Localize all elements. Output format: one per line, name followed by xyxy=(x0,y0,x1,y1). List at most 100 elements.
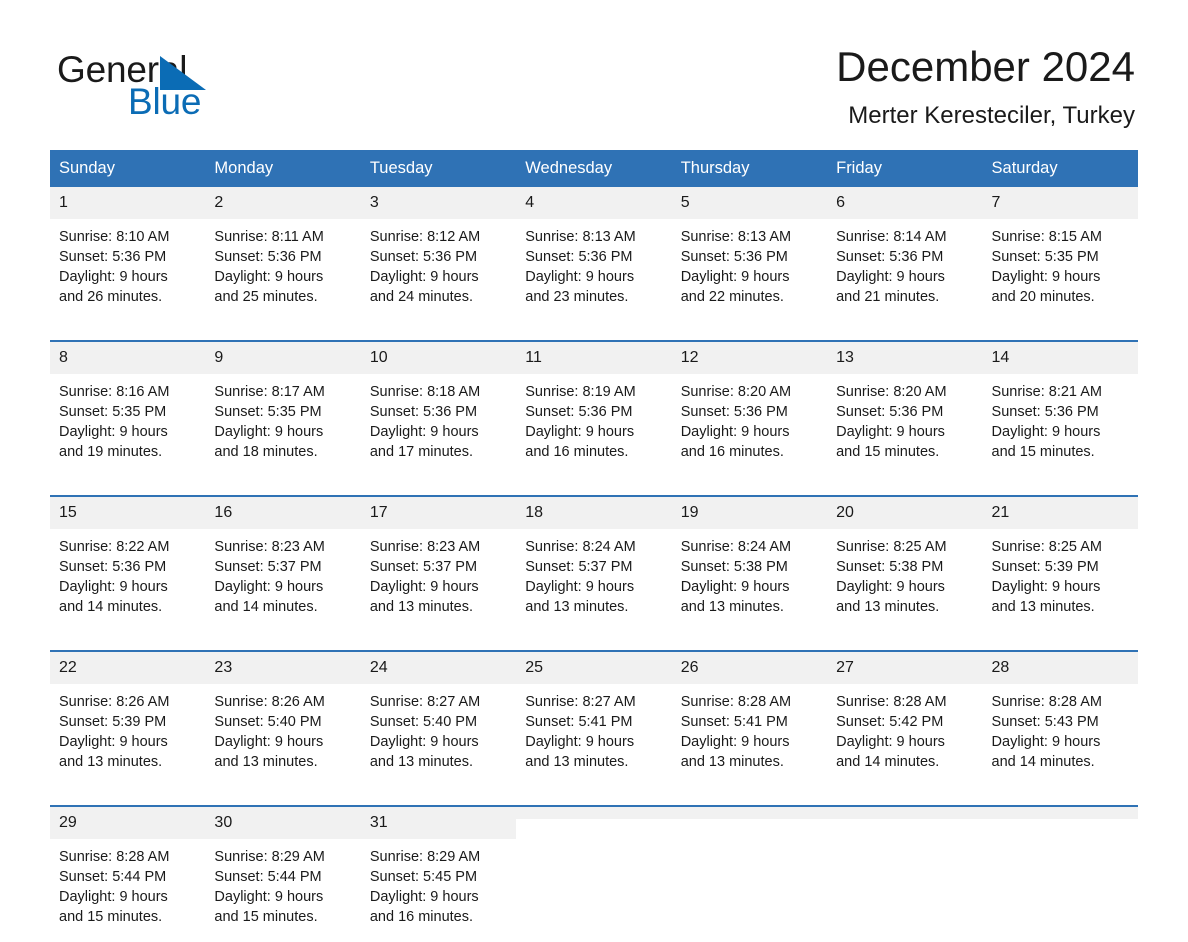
weekday-header-friday: Friday xyxy=(827,150,983,187)
calendar-day-cell[interactable]: 14 Sunrise: 8:21 AM Sunset: 5:36 PM Dayligh… xyxy=(982,340,1138,477)
calendar-day-cell[interactable]: 15 Sunrise: 8:22 AM Sunset: 5:36 PM Dayligh… xyxy=(50,495,206,632)
day-number: 6 xyxy=(827,187,983,219)
sunrise-text: Sunrise: 8:25 AM xyxy=(991,539,1102,555)
daylight-text-line2: and 13 minutes. xyxy=(369,599,474,615)
day-cell-body: 26 Sunrise: 8:28 AM Sunset: 5:41 PM Dayligh… xyxy=(671,652,828,787)
day-cell-body: 18 Sunrise: 8:24 AM Sunset: 5:37 PM Dayligh… xyxy=(516,497,672,632)
day-number xyxy=(671,807,828,819)
daylight-text-line2: and 13 minutes. xyxy=(525,599,629,615)
calendar-day-cell[interactable]: 17 Sunrise: 8:23 AM Sunset: 5:37 PM Dayligh… xyxy=(360,495,517,632)
day-number: 28 xyxy=(982,652,1138,684)
day-cell-body: 8 Sunrise: 8:16 AM Sunset: 5:35 PM Daylight… xyxy=(50,342,206,477)
calendar-day-cell[interactable]: 31 Sunrise: 8:29 AM Sunset: 5:45 PM Dayligh… xyxy=(360,805,517,942)
calendar-day-cell[interactable]: 3 Sunrise: 8:12 AM Sunset: 5:36 PM Daylight… xyxy=(360,187,517,322)
daylight-text-line2: and 13 minutes. xyxy=(369,754,474,770)
day-number: 20 xyxy=(827,497,983,529)
calendar-day-cell[interactable]: 18 Sunrise: 8:24 AM Sunset: 5:37 PM Dayligh… xyxy=(516,495,672,632)
calendar-day-cell[interactable]: 26 Sunrise: 8:28 AM Sunset: 5:41 PM Dayligh… xyxy=(671,650,828,787)
day-details: Sunrise: 8:20 AM Sunset: 5:36 PM Daylight:… xyxy=(672,374,827,462)
calendar-week-row: 1 Sunrise: 8:10 AM Sunset: 5:36 PM Daylight… xyxy=(50,187,1138,322)
sunrise-text: Sunrise: 8:17 AM xyxy=(214,384,325,400)
sunrise-text: Sunrise: 8:24 AM xyxy=(680,539,792,555)
calendar-day-cell[interactable]: 22 Sunrise: 8:26 AM Sunset: 5:39 PM Dayligh… xyxy=(50,650,206,787)
weekday-header-wednesday: Wednesday xyxy=(516,150,672,187)
day-cell-body: 14 Sunrise: 8:21 AM Sunset: 5:36 PM Dayligh… xyxy=(982,342,1138,477)
daylight-text-line1: Daylight: 9 hours xyxy=(680,579,790,595)
day-details: Sunrise: 8:15 AM Sunset: 5:35 PM Daylight:… xyxy=(983,219,1138,307)
calendar-day-cell[interactable]: 21 Sunrise: 8:25 AM Sunset: 5:39 PM Dayligh… xyxy=(982,495,1138,632)
week-spacer xyxy=(50,477,1138,496)
calendar-day-cell[interactable]: 11 Sunrise: 8:19 AM Sunset: 5:36 PM Dayligh… xyxy=(516,340,672,477)
calendar-day-cell[interactable]: 4 Sunrise: 8:13 AM Sunset: 5:36 PM Daylight… xyxy=(516,187,672,322)
daylight-text-line1: Daylight: 9 hours xyxy=(59,269,168,285)
day-cell-body: 23 Sunrise: 8:26 AM Sunset: 5:40 PM Dayligh… xyxy=(205,652,361,787)
day-cell-body: 28 Sunrise: 8:28 AM Sunset: 5:43 PM Dayligh… xyxy=(982,652,1138,787)
daylight-text-line2: and 13 minutes. xyxy=(59,754,163,770)
sunrise-text: Sunrise: 8:27 AM xyxy=(525,694,636,710)
day-number: 9 xyxy=(205,342,361,374)
calendar-day-cell[interactable]: 9 Sunrise: 8:17 AM Sunset: 5:35 PM Daylight… xyxy=(205,340,361,477)
daylight-text-line1: Daylight: 9 hours xyxy=(369,269,479,285)
sunrise-text: Sunrise: 8:11 AM xyxy=(214,229,324,245)
calendar-day-cell[interactable]: 7 Sunrise: 8:15 AM Sunset: 5:35 PM Daylight… xyxy=(982,187,1138,322)
sunset-text: Sunset: 5:36 PM xyxy=(214,249,322,265)
day-cell-body: 11 Sunrise: 8:19 AM Sunset: 5:36 PM Dayligh… xyxy=(516,342,672,477)
calendar-day-cell[interactable]: 19 Sunrise: 8:24 AM Sunset: 5:38 PM Dayligh… xyxy=(671,495,828,632)
daylight-text-line2: and 21 minutes. xyxy=(836,289,940,305)
calendar-day-cell[interactable]: 16 Sunrise: 8:23 AM Sunset: 5:37 PM Dayligh… xyxy=(205,495,361,632)
calendar-day-cell[interactable]: 24 Sunrise: 8:27 AM Sunset: 5:40 PM Dayligh… xyxy=(360,650,517,787)
calendar-day-cell[interactable]: 23 Sunrise: 8:26 AM Sunset: 5:40 PM Dayligh… xyxy=(205,650,361,787)
calendar-day-cell[interactable]: 27 Sunrise: 8:28 AM Sunset: 5:42 PM Dayligh… xyxy=(827,650,983,787)
daylight-text-line1: Daylight: 9 hours xyxy=(214,269,324,285)
sunrise-text: Sunrise: 8:29 AM xyxy=(214,849,325,865)
calendar-day-cell[interactable]: 30 Sunrise: 8:29 AM Sunset: 5:44 PM Dayligh… xyxy=(205,805,361,942)
daylight-text-line1: Daylight: 9 hours xyxy=(59,579,168,595)
sunset-text: Sunset: 5:37 PM xyxy=(525,559,633,575)
day-cell-body: 15 Sunrise: 8:22 AM Sunset: 5:36 PM Dayligh… xyxy=(50,497,206,632)
sunrise-text: Sunrise: 8:26 AM xyxy=(214,694,325,710)
sunset-text: Sunset: 5:38 PM xyxy=(680,559,788,575)
calendar-day-cell[interactable]: 29 Sunrise: 8:28 AM Sunset: 5:44 PM Dayligh… xyxy=(50,805,206,942)
sunset-text: Sunset: 5:36 PM xyxy=(680,404,788,420)
weekday-header-thursday: Thursday xyxy=(671,150,828,187)
day-cell-body: 31 Sunrise: 8:29 AM Sunset: 5:45 PM Dayligh… xyxy=(360,807,517,942)
calendar-day-cell[interactable]: 25 Sunrise: 8:27 AM Sunset: 5:41 PM Dayligh… xyxy=(516,650,672,787)
day-number: 10 xyxy=(360,342,517,374)
sunrise-text: Sunrise: 8:27 AM xyxy=(369,694,481,710)
daylight-text-line1: Daylight: 9 hours xyxy=(991,269,1101,285)
sunrise-text: Sunrise: 8:25 AM xyxy=(836,539,947,555)
daylight-text-line2: and 13 minutes. xyxy=(525,754,629,770)
calendar-day-cell[interactable]: 1 Sunrise: 8:10 AM Sunset: 5:36 PM Daylight… xyxy=(50,187,206,322)
calendar-day-cell[interactable]: 12 Sunrise: 8:20 AM Sunset: 5:36 PM Dayligh… xyxy=(671,340,828,477)
daylight-text-line2: and 14 minutes. xyxy=(59,599,163,615)
page-header: General Blue December 2024 Merter Kerest… xyxy=(50,0,1138,150)
calendar-day-cell[interactable]: 6 Sunrise: 8:14 AM Sunset: 5:36 PM Daylight… xyxy=(827,187,983,322)
calendar-week-row: 29 Sunrise: 8:28 AM Sunset: 5:44 PM Dayligh… xyxy=(50,805,1138,942)
daylight-text-line1: Daylight: 9 hours xyxy=(525,424,635,440)
sunset-text: Sunset: 5:42 PM xyxy=(836,714,944,730)
calendar-day-cell[interactable]: 20 Sunrise: 8:25 AM Sunset: 5:38 PM Dayligh… xyxy=(827,495,983,632)
day-details: Sunrise: 8:19 AM Sunset: 5:36 PM Daylight:… xyxy=(516,374,671,462)
week-spacer-cell xyxy=(50,477,1138,496)
calendar-day-cell[interactable]: 5 Sunrise: 8:13 AM Sunset: 5:36 PM Daylight… xyxy=(671,187,828,322)
calendar-day-cell[interactable]: 28 Sunrise: 8:28 AM Sunset: 5:43 PM Dayligh… xyxy=(982,650,1138,787)
day-cell-body: 30 Sunrise: 8:29 AM Sunset: 5:44 PM Dayligh… xyxy=(205,807,361,942)
daylight-text-line2: and 14 minutes. xyxy=(214,599,318,615)
day-number: 30 xyxy=(205,807,361,839)
daylight-text-line2: and 14 minutes. xyxy=(836,754,940,770)
calendar-day-cell[interactable]: 13 Sunrise: 8:20 AM Sunset: 5:36 PM Dayligh… xyxy=(827,340,983,477)
sunset-text: Sunset: 5:40 PM xyxy=(369,714,478,730)
daylight-text-line1: Daylight: 9 hours xyxy=(991,424,1101,440)
day-cell-body: 12 Sunrise: 8:20 AM Sunset: 5:36 PM Dayligh… xyxy=(671,342,828,477)
day-cell-body: 20 Sunrise: 8:25 AM Sunset: 5:38 PM Dayligh… xyxy=(827,497,983,632)
sunrise-text: Sunrise: 8:10 AM xyxy=(59,229,170,245)
day-details: Sunrise: 8:17 AM Sunset: 5:35 PM Daylight:… xyxy=(205,374,360,462)
calendar-day-cell[interactable]: 8 Sunrise: 8:16 AM Sunset: 5:35 PM Daylight… xyxy=(50,340,206,477)
day-details: Sunrise: 8:22 AM Sunset: 5:36 PM Daylight:… xyxy=(50,529,205,617)
calendar-day-cell[interactable]: 2 Sunrise: 8:11 AM Sunset: 5:36 PM Daylight… xyxy=(205,187,361,322)
sunrise-text: Sunrise: 8:26 AM xyxy=(59,694,170,710)
calendar-day-cell[interactable]: 10 Sunrise: 8:18 AM Sunset: 5:36 PM Dayligh… xyxy=(360,340,517,477)
daylight-text-line1: Daylight: 9 hours xyxy=(59,424,168,440)
sunrise-text: Sunrise: 8:28 AM xyxy=(836,694,947,710)
sunset-text: Sunset: 5:36 PM xyxy=(59,249,167,265)
